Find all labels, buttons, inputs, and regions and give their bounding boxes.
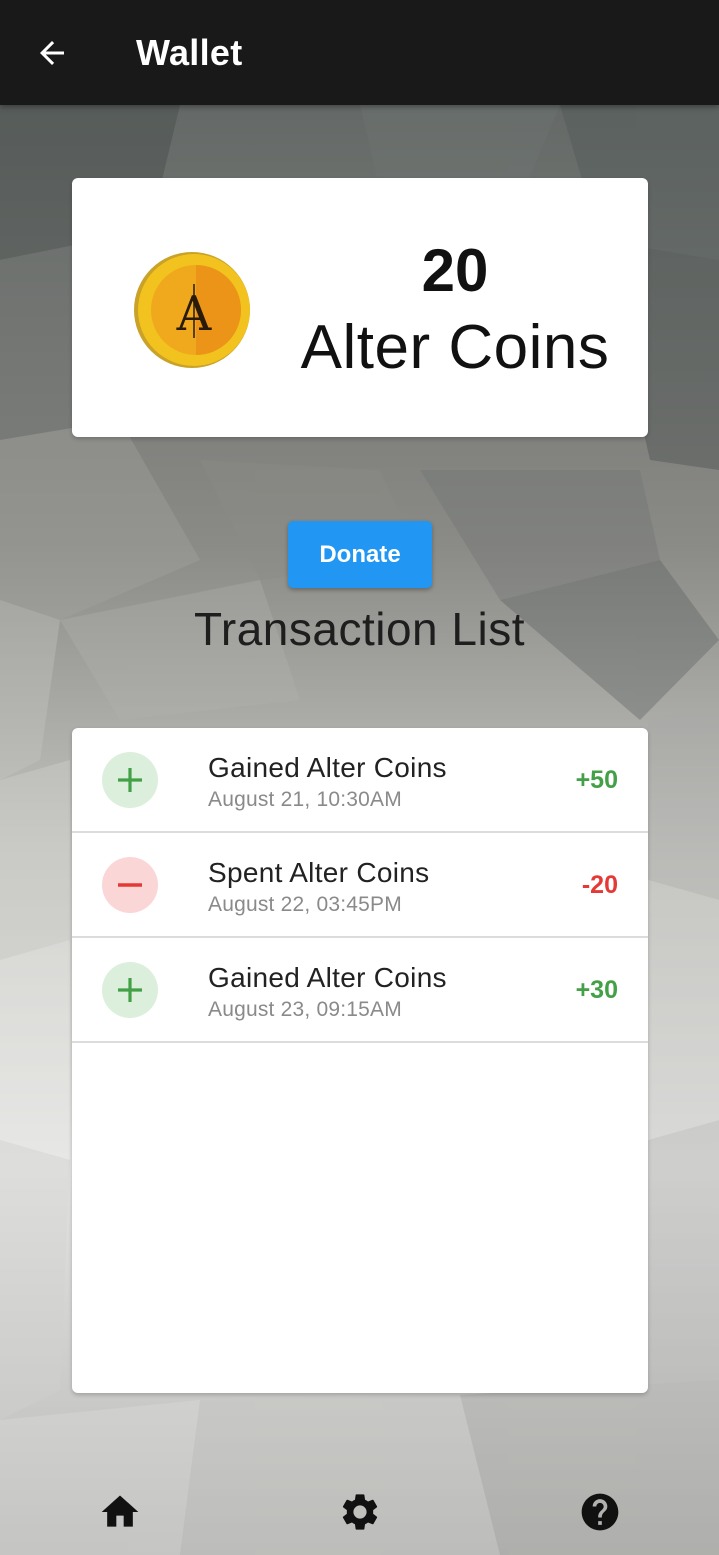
- balance-amount: 20: [421, 237, 489, 304]
- home-button[interactable]: [96, 1488, 144, 1536]
- donate-button[interactable]: Donate: [288, 521, 432, 588]
- help-icon: [581, 1493, 619, 1531]
- minus-icon: [102, 857, 158, 913]
- transaction-row[interactable]: Gained Alter Coins August 23, 09:15AM +3…: [72, 938, 648, 1043]
- settings-button[interactable]: [336, 1488, 384, 1536]
- alter-coin-icon: A: [134, 252, 250, 368]
- transaction-date: August 22, 03:45PM: [208, 893, 402, 916]
- balance-card: A 20 Alter Coins: [72, 178, 648, 437]
- transaction-list-title: Transaction List: [194, 603, 525, 655]
- help-button[interactable]: [576, 1488, 624, 1536]
- plus-icon: [102, 962, 158, 1018]
- page-title: Wallet: [136, 32, 243, 73]
- transaction-date: August 23, 09:15AM: [208, 998, 402, 1021]
- arrow-back-icon: [40, 41, 64, 65]
- transaction-title: Gained Alter Coins: [208, 962, 447, 993]
- back-button[interactable]: [22, 28, 82, 78]
- transaction-title: Gained Alter Coins: [208, 752, 447, 783]
- transaction-row[interactable]: Spent Alter Coins August 22, 03:45PM -20: [72, 833, 648, 938]
- transaction-amount: -20: [581, 871, 618, 899]
- transaction-amount: +30: [575, 976, 618, 1004]
- transaction-amount: +50: [575, 766, 618, 794]
- settings-gear-icon: [342, 1494, 378, 1530]
- bottom-navigation: [0, 1470, 719, 1555]
- transaction-list: Gained Alter Coins August 21, 10:30AM +5…: [72, 728, 648, 1393]
- transaction-date: August 21, 10:30AM: [208, 788, 402, 811]
- balance-unit: Alter Coins: [300, 313, 610, 382]
- home-icon: [101, 1495, 139, 1527]
- app-bar: Wallet: [0, 0, 719, 105]
- plus-icon: [102, 752, 158, 808]
- transaction-title: Spent Alter Coins: [208, 857, 430, 888]
- transaction-row[interactable]: Gained Alter Coins August 21, 10:30AM +5…: [72, 728, 648, 833]
